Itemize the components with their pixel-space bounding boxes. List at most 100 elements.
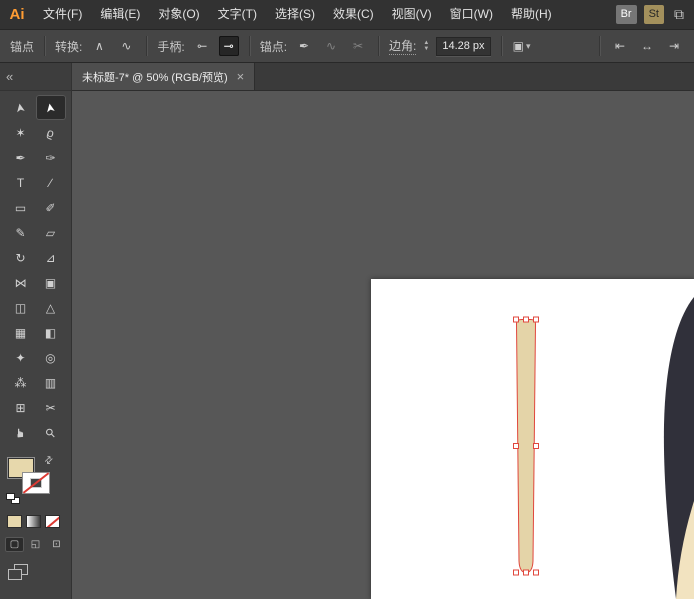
tool-paintbrush[interactable]: ✐ — [36, 195, 66, 220]
separator — [599, 36, 600, 56]
collapse-panel-icon[interactable]: « — [6, 69, 13, 84]
tool-gradient[interactable]: ◧ — [36, 320, 66, 345]
selection-handle[interactable] — [533, 316, 539, 323]
tool-line-segment[interactable]: ∕ — [36, 170, 66, 195]
convert-to-smooth-icon: ∿ — [121, 39, 132, 53]
selected-object[interactable] — [515, 319, 537, 574]
align-horizontal-left-button[interactable]: ⇤ — [610, 36, 630, 56]
menu-item-type[interactable]: 文字(T) — [209, 0, 266, 29]
selection-handle[interactable] — [533, 443, 539, 449]
stroke-swatch[interactable] — [22, 472, 50, 494]
tool-grid: ➤ ➤ ✶ ϱ ✒ ✑ T ∕ ▭ ✐ ✎ ▱ ↻ ⊿ ⋈ ▣ ◫ △ ▦ ◧ ✦ ◎ ⁂ ▥ ⊞ ✂ ☛ ⚲ — [0, 95, 71, 445]
tool-scale[interactable]: ⊿ — [36, 245, 66, 270]
menu-item-file[interactable]: 文件(F) — [34, 0, 91, 29]
tool-eyedropper[interactable]: ✦ — [6, 345, 36, 370]
align-horizontal-right-button[interactable]: ⇥ — [664, 36, 684, 56]
isolate-options-button[interactable]: ▣ ▾ — [512, 36, 532, 56]
tool-eraser[interactable]: ▱ — [36, 220, 66, 245]
tab-close-icon[interactable]: × — [237, 69, 245, 84]
tool-lasso[interactable]: ϱ — [36, 120, 66, 145]
tool-rectangle[interactable]: ▭ — [6, 195, 36, 220]
app-logo: Ai — [9, 6, 25, 23]
separator — [500, 36, 502, 56]
tool-curvature[interactable]: ✑ — [36, 145, 66, 170]
cut-path-button[interactable]: ✂ — [348, 36, 368, 56]
tool-pencil[interactable]: ✎ — [6, 220, 36, 245]
corner-label[interactable]: 边角: — [389, 37, 417, 55]
workspace-switcher-icon[interactable]: ⧉ — [674, 6, 684, 23]
menu-item-help[interactable]: 帮助(H) — [502, 0, 561, 29]
tool-perspective-grid[interactable]: △ — [36, 295, 66, 320]
canvas[interactable] — [72, 91, 694, 599]
align-group: ⇤ ↔ ⇥ — [596, 36, 684, 56]
selection-handle[interactable] — [513, 316, 519, 323]
pencil-icon: ✎ — [15, 225, 26, 240]
hide-handles-button[interactable]: ⊸ — [218, 36, 239, 56]
tool-width[interactable]: ⋈ — [6, 270, 36, 295]
selection-handle[interactable] — [523, 316, 529, 323]
draw-inside-button[interactable]: ⊡ — [47, 537, 66, 552]
stepper-down-icon[interactable]: ▼ — [423, 46, 429, 52]
draw-inside-icon: ⊡ — [52, 539, 61, 550]
default-fill-stroke-button[interactable] — [6, 493, 21, 505]
color-button[interactable] — [7, 515, 22, 528]
tools-panel: « ➤ ➤ ✶ ϱ ✒ ✑ T ∕ ▭ ✐ ✎ ▱ ↻ ⊿ ⋈ ▣ ◫ △ ▦ ◧ ✦ ◎ ⁂ ▥ ⊞ ✂ ☛ ⚲ ⇄ — [0, 63, 72, 599]
show-handles-button[interactable]: ⊸ — [192, 36, 212, 56]
none-button[interactable] — [45, 515, 60, 528]
tool-shape-builder[interactable]: ◫ — [6, 295, 36, 320]
hand-icon: ☛ — [13, 427, 28, 438]
stock-button[interactable]: St — [643, 5, 664, 24]
tool-symbol-sprayer[interactable]: ⁂ — [6, 370, 36, 395]
gradient-button[interactable] — [26, 515, 41, 528]
tool-hand[interactable]: ☛ — [6, 420, 36, 445]
tool-mesh[interactable]: ▦ — [6, 320, 36, 345]
align-horizontal-center-button[interactable]: ↔ — [637, 36, 657, 56]
selection-handle[interactable] — [523, 569, 529, 576]
corner-radius-input[interactable]: 14.28 px — [436, 36, 491, 56]
draw-behind-button[interactable]: ◱ — [26, 537, 45, 552]
document-tab[interactable]: 未标题-7* @ 50% (RGB/预览) × — [72, 63, 256, 90]
menu-item-select[interactable]: 选择(S) — [266, 0, 324, 29]
tool-zoom[interactable]: ⚲ — [36, 420, 66, 445]
menu-item-object[interactable]: 对象(O) — [149, 0, 208, 29]
selection-handle[interactable] — [513, 569, 519, 576]
menu-item-view[interactable]: 视图(V) — [383, 0, 441, 29]
paint-buttons — [7, 515, 71, 528]
tool-artboard[interactable]: ⊞ — [6, 395, 36, 420]
show-handles-icon: ⊸ — [196, 39, 207, 53]
tool-blend[interactable]: ◎ — [36, 345, 66, 370]
screen-mode-button[interactable] — [8, 564, 30, 581]
tool-selection[interactable]: ➤ — [6, 95, 36, 120]
convert-to-corner-icon: ∧ — [94, 39, 104, 53]
menu-item-effect[interactable]: 效果(C) — [324, 0, 383, 29]
remove-anchor-icon: ✒ — [299, 39, 310, 53]
connect-anchors-button[interactable]: ∿ — [321, 36, 341, 56]
draw-behind-icon: ◱ — [30, 539, 41, 550]
selection-handle[interactable] — [513, 443, 519, 449]
remove-anchor-button[interactable]: ✒ — [294, 36, 314, 56]
convert-to-smooth-button[interactable]: ∿ — [116, 36, 136, 56]
selection-handle[interactable] — [533, 569, 539, 576]
tool-free-transform[interactable]: ▣ — [36, 270, 66, 295]
convert-to-corner-button[interactable]: ∧ — [89, 36, 109, 56]
perspective-grid-icon: △ — [45, 300, 56, 315]
tool-pen[interactable]: ✒ — [6, 145, 36, 170]
align-center-icon: ↔ — [641, 39, 653, 53]
tool-magic-wand[interactable]: ✶ — [6, 120, 36, 145]
corner-stepper[interactable]: ▲ ▼ — [423, 40, 429, 52]
bridge-button[interactable]: Br — [615, 5, 637, 24]
tool-direct-selection[interactable]: ➤ — [35, 95, 66, 120]
tool-column-graph[interactable]: ▥ — [36, 370, 66, 395]
curvature-icon: ✑ — [45, 150, 56, 165]
lasso-icon: ϱ — [45, 124, 56, 141]
tools-panel-header: « — [0, 63, 71, 91]
swap-fill-stroke-icon[interactable]: ⇄ — [42, 454, 56, 468]
tool-rotate[interactable]: ↻ — [6, 245, 36, 270]
stepper-up-icon[interactable]: ▲ — [423, 40, 429, 46]
menu-item-edit[interactable]: 编辑(E) — [91, 0, 149, 29]
screen-mode-icon — [8, 569, 22, 580]
tool-type[interactable]: T — [6, 170, 36, 195]
menu-item-window[interactable]: 窗口(W) — [441, 0, 502, 29]
tool-slice[interactable]: ✂ — [36, 395, 66, 420]
draw-normal-button[interactable]: ▢ — [5, 537, 24, 552]
